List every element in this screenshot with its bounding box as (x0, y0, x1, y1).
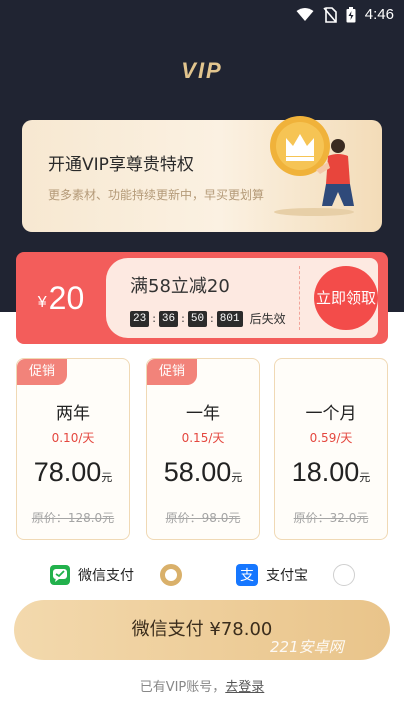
alipay-radio[interactable] (333, 564, 355, 586)
page-title: VIP (181, 58, 223, 83)
plan-name: 两年 (56, 404, 90, 424)
coupon-body: 满58立减20 23 : 36 : 50 : 801 后失效 立即领取 (106, 258, 378, 338)
timer-hours: 23 (130, 310, 150, 327)
crown-coin-illustration (270, 116, 354, 216)
plan-price-unit: 元 (359, 471, 371, 484)
plan-original-price: 原价：98.0元 (165, 511, 241, 525)
timer-seconds: 50 (187, 310, 208, 327)
plan-original-price: 原价：32.0元 (293, 511, 369, 525)
hero-title: 开通VIP享尊贵特权 (48, 155, 194, 175)
plan-original-price: 原价：128.0元 (31, 511, 115, 525)
coupon-title: 满58立减20 (130, 276, 230, 297)
promo-badge: 促销 (17, 359, 67, 385)
plan-daily-price: 0.10/天 (51, 431, 95, 445)
wechat-pay-icon (50, 565, 70, 585)
status-icons: 4:46 (296, 6, 394, 23)
alipay-icon: 支 (236, 564, 258, 586)
countdown-timer: 23 : 36 : 50 : 801 后失效 (130, 310, 286, 327)
coupon-divider (299, 266, 300, 330)
wechat-pay-radio-selected[interactable] (160, 564, 182, 586)
alipay-option[interactable]: 支 支付宝 (236, 562, 308, 588)
plan-card-two-years[interactable]: 促销 两年 0.10/天 78.00元 原价：128.0元 (16, 358, 130, 540)
plan-card-one-year[interactable]: 促销 一年 0.15/天 58.00元 原价：98.0元 (146, 358, 260, 540)
hero-subtitle: 更多素材、功能持续更新中，早买更划算 (48, 188, 265, 202)
plan-price-value: 18.00 (291, 457, 360, 487)
watermark: 221安卓网 (270, 638, 344, 656)
discount-coupon: ¥ 20 满58立减20 23 : 36 : 50 : 801 后失效 立即领取 (16, 252, 388, 344)
coupon-value: 20 (48, 279, 85, 316)
timer-expire-text: 后失效 (249, 312, 286, 326)
login-prompt-row: 已有VIP账号，去登录 (0, 676, 404, 695)
plan-price-unit: 元 (101, 471, 113, 484)
battery-charging-icon (346, 6, 356, 22)
svg-text:支: 支 (240, 568, 254, 584)
coupon-amount: ¥ 20 (16, 252, 106, 344)
plan-price-value: 58.00 (163, 457, 232, 487)
promo-badge: 促销 (147, 359, 197, 385)
status-time: 4:46 (364, 6, 394, 23)
timer-milliseconds: 801 (216, 310, 243, 327)
plan-name: 一个月 (305, 404, 357, 424)
login-link[interactable]: 去登录 (225, 680, 264, 695)
plan-price: 78.00元 (17, 457, 129, 488)
vip-benefits-card: 开通VIP享尊贵特权 更多素材、功能持续更新中，早买更划算 (22, 116, 382, 232)
wechat-pay-label: 微信支付 (78, 568, 134, 584)
status-bar: 4:46 (0, 0, 404, 32)
no-sim-icon (323, 6, 337, 23)
plan-daily-price: 0.59/天 (309, 431, 353, 445)
alipay-label: 支付宝 (266, 568, 308, 584)
wechat-pay-option[interactable]: 微信支付 (50, 562, 134, 588)
plan-price: 18.00元 (275, 457, 387, 488)
claim-coupon-button[interactable]: 立即领取 (314, 266, 378, 330)
plan-price: 58.00元 (147, 457, 259, 488)
timer-minutes: 36 (158, 310, 179, 327)
plan-card-one-month[interactable]: 一个月 0.59/天 18.00元 原价：32.0元 (274, 358, 388, 540)
plan-daily-price: 0.15/天 (181, 431, 225, 445)
plan-price-value: 78.00 (33, 457, 102, 487)
coupon-currency: ¥ (37, 294, 47, 311)
login-prompt: 已有VIP账号， (139, 680, 226, 695)
wifi-icon (296, 7, 314, 21)
plan-price-unit: 元 (231, 471, 243, 484)
plan-name: 一年 (186, 404, 220, 424)
